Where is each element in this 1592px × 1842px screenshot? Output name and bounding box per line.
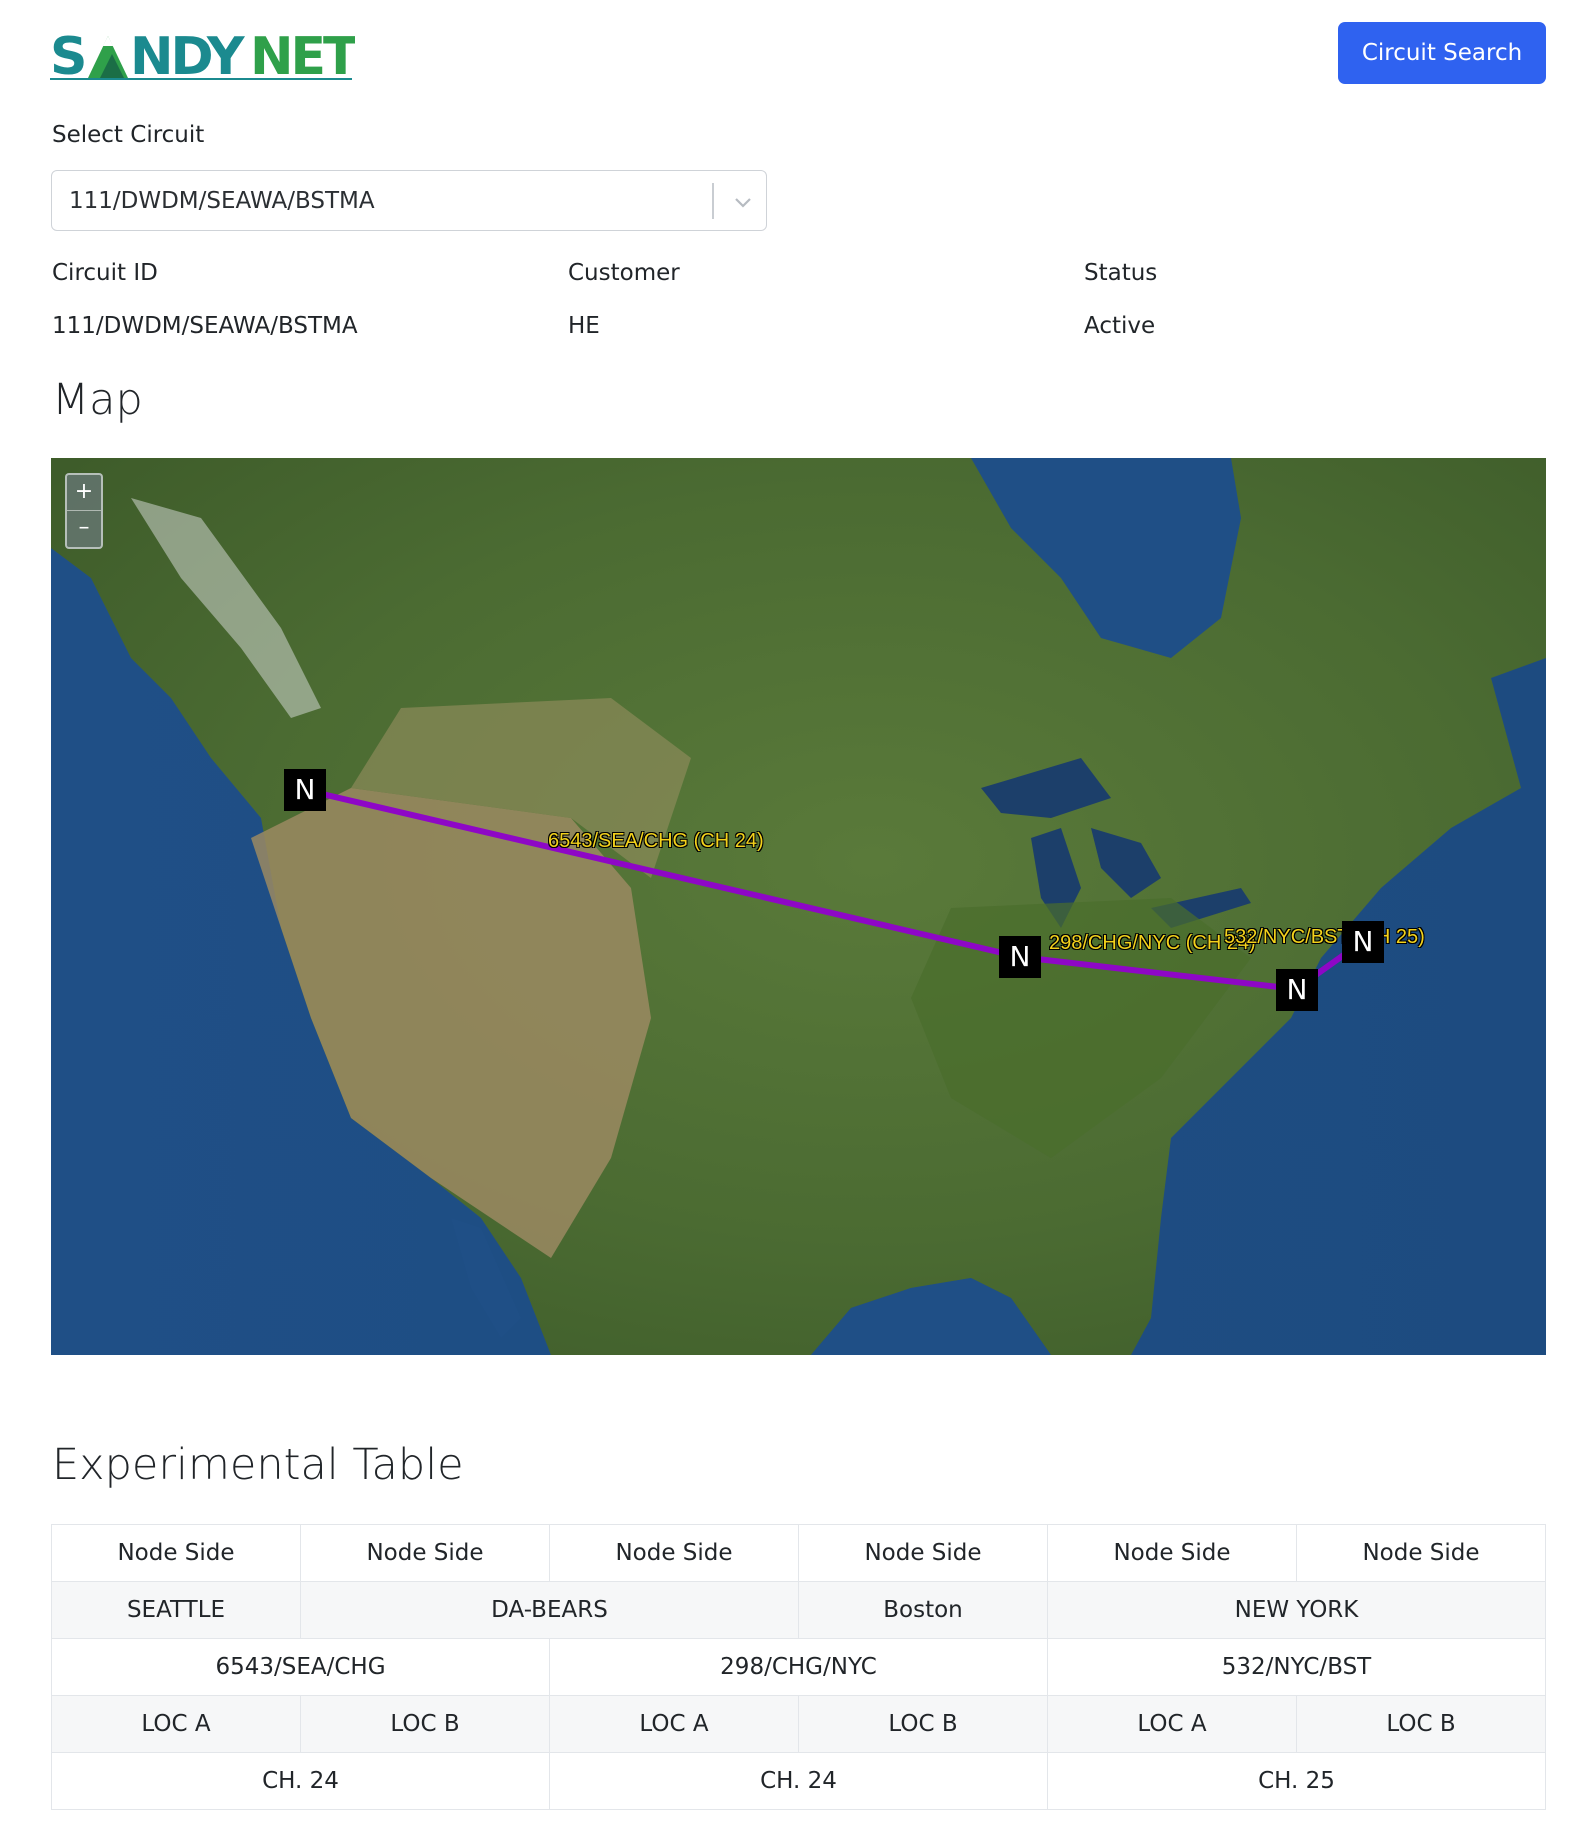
table-cell-channel: CH. 25 [1047,1752,1546,1810]
experimental-table-heading: Experimental Table [52,1440,464,1490]
route-lines [304,787,1364,992]
svg-text:S: S [50,28,84,82]
table-row-channels: CH. 24 CH. 24 CH. 25 [51,1752,1546,1810]
circuit-select-value: 111/DWDM/SEAWA/BSTMA [69,188,375,214]
status-value: Active [1084,313,1156,339]
table-header: Node Side [798,1524,1048,1582]
select-circuit-label: Select Circuit [52,122,205,148]
customer-value: HE [568,313,600,339]
circuit-select[interactable]: 111/DWDM/SEAWA/BSTMA [51,170,767,231]
table-row-circuits: 6543/SEA/CHG 298/CHG/NYC 532/NYC/BST [51,1638,1546,1696]
table-cell-circuit: 532/NYC/BST [1047,1638,1546,1696]
table-cell-circuit: 298/CHG/NYC [549,1638,1048,1696]
table-cell-loc: LOC B [1296,1695,1546,1753]
table-cell-loc: LOC A [1047,1695,1297,1753]
table-cell-site: SEATTLE [51,1581,301,1639]
table-header: Node Side [51,1524,301,1582]
select-separator [712,183,714,219]
table-row-sites: SEATTLE DA-BEARS Boston NEW YORK [51,1581,1546,1639]
table-header: Node Side [1047,1524,1297,1582]
node-marker-seattle[interactable]: N [284,769,326,811]
route-line-sea-chg [304,787,1021,960]
route-line-chg-nyc [1019,954,1297,992]
table-row-headers: Node Side Node Side Node Side Node Side … [51,1524,1546,1582]
table-cell-site: NEW YORK [1047,1581,1546,1639]
map-view[interactable]: + – 6543/SEA/CHG (CH 24) 298/CHG/NYC (CH… [51,458,1546,1355]
table-cell-loc: LOC B [300,1695,550,1753]
chevron-down-icon[interactable] [730,189,756,215]
customer-label: Customer [568,260,680,286]
table-cell-loc: LOC A [51,1695,301,1753]
node-marker-boston[interactable]: N [1342,921,1384,963]
svg-text:NDY: NDY [130,28,246,82]
node-marker-new-york[interactable]: N [1276,969,1318,1011]
circuit-search-button[interactable]: Circuit Search [1338,22,1546,84]
circuit-id-label: Circuit ID [52,260,158,286]
zoom-out-button[interactable]: – [67,511,101,547]
route-label-nyc-bst: 532/NYC/BST (CH 25) [1224,926,1425,948]
table-cell-circuit: 6543/SEA/CHG [51,1638,550,1696]
table-cell-loc: LOC A [549,1695,799,1753]
route-label-sea-chg: 6543/SEA/CHG (CH 24) [548,830,764,852]
table-cell-channel: CH. 24 [51,1752,550,1810]
map-heading: Map [52,375,143,425]
table-cell-site: DA-BEARS [300,1581,799,1639]
table-row-locs: LOC A LOC B LOC A LOC B LOC A LOC B [51,1695,1546,1753]
table-header: Node Side [1296,1524,1546,1582]
svg-text:NET: NET [250,28,355,82]
logo-graphic: S NDY NET [50,27,362,87]
table-cell-loc: LOC B [798,1695,1048,1753]
node-marker-chicago[interactable]: N [999,936,1041,978]
header: S NDY NET Circuit Search [0,0,1592,110]
table-header: Node Side [549,1524,799,1582]
table-cell-site: Boston [798,1581,1048,1639]
circuit-id-value: 111/DWDM/SEAWA/BSTMA [52,313,358,339]
experimental-table: Node Side Node Side Node Side Node Side … [51,1524,1546,1810]
table-cell-channel: CH. 24 [549,1752,1048,1810]
zoom-control: + – [65,473,103,549]
zoom-in-button[interactable]: + [67,475,101,511]
status-label: Status [1084,260,1158,286]
sandynet-logo[interactable]: S NDY NET [50,27,362,87]
table-header: Node Side [300,1524,550,1582]
